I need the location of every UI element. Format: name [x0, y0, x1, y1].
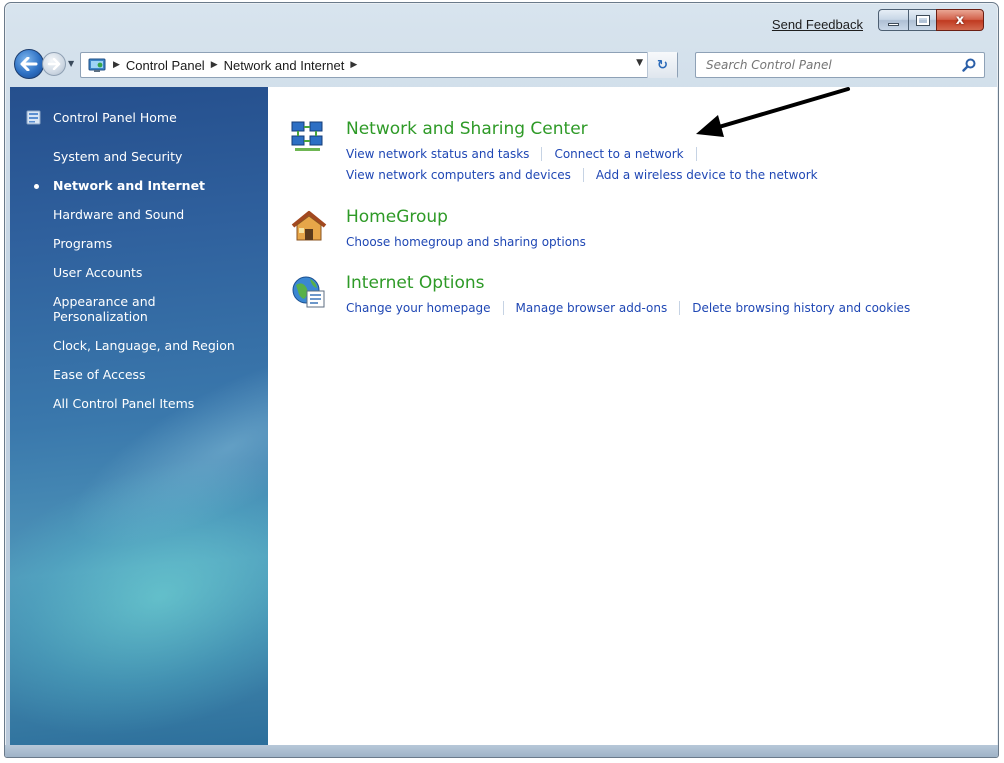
sidebar-item-label: Programs — [53, 236, 113, 251]
sidebar-item[interactable]: User Accounts — [53, 265, 263, 280]
title-bar: Send Feedback x — [5, 3, 998, 43]
category-title[interactable]: Internet Options — [346, 273, 485, 293]
sidebar-item-label: All Control Panel Items — [53, 396, 195, 411]
breadcrumb-separator-icon[interactable]: ▶ — [211, 60, 218, 70]
link-separator — [582, 168, 584, 182]
control-panel-home-icon — [26, 110, 41, 125]
caption-buttons: x — [878, 9, 984, 31]
sidebar-item[interactable]: Programs — [53, 236, 263, 251]
category-links-row: Change your homepage Manage browser add-… — [346, 301, 910, 315]
sidebar-item[interactable]: Clock, Language, and Region — [53, 338, 263, 353]
sidebar-item[interactable]: All Control Panel Items — [53, 396, 263, 411]
navigation-pane: Control Panel Home System and Security Ne… — [10, 87, 268, 747]
refresh-icon: ↻ — [657, 57, 668, 73]
breadcrumb-separator-icon[interactable]: ▶ — [113, 60, 120, 70]
current-category-bullet-icon — [34, 184, 39, 189]
sidebar-item-label: Network and Internet — [53, 178, 206, 193]
navigation-bar: ▼ ▶ Control Panel ▶ Network and Internet… — [5, 45, 998, 85]
link-manage-browser-add-ons[interactable]: Manage browser add-ons — [516, 301, 668, 315]
annotation-arrow-icon — [696, 87, 850, 137]
refresh-button[interactable]: ↻ — [647, 52, 677, 78]
address-bar[interactable]: ▶ Control Panel ▶ Network and Internet ▶… — [80, 52, 678, 78]
send-feedback-link[interactable]: Send Feedback — [772, 17, 863, 32]
close-icon: x — [955, 12, 965, 28]
sidebar-item-label: User Accounts — [53, 265, 143, 280]
maximize-icon — [915, 14, 930, 26]
link-separator — [695, 147, 697, 161]
link-add-wireless-device[interactable]: Add a wireless device to the network — [596, 168, 818, 182]
back-button[interactable] — [14, 49, 44, 79]
breadcrumb-control-panel[interactable]: Control Panel — [126, 58, 205, 73]
category-links-row: View network status and tasks Connect to… — [346, 147, 709, 161]
category-title[interactable]: HomeGroup — [346, 207, 448, 227]
sidebar-item-label: Appearance and Personalization — [53, 294, 156, 324]
sidebar-item-label: Clock, Language, and Region — [53, 338, 235, 353]
sidebar-item-label: Ease of Access — [53, 367, 146, 382]
minimize-icon — [888, 22, 899, 26]
control-panel-home-label: Control Panel Home — [53, 110, 177, 125]
forward-arrow-icon — [47, 58, 61, 70]
search-input[interactable] — [706, 54, 956, 76]
maximize-button[interactable] — [908, 9, 936, 31]
sidebar-item-label: System and Security — [53, 149, 183, 164]
breadcrumb-separator-icon[interactable]: ▶ — [350, 60, 357, 70]
minimize-button[interactable] — [878, 9, 908, 31]
search-icon[interactable] — [962, 58, 976, 72]
homegroup-icon[interactable] — [290, 207, 328, 245]
link-connect-to-network[interactable]: Connect to a network — [554, 147, 683, 161]
address-dropdown-icon[interactable]: ▼ — [636, 58, 643, 68]
category-list: System and Security Network and Internet H… — [34, 149, 263, 425]
category-links-row: Choose homegroup and sharing options — [346, 235, 586, 249]
sidebar-item[interactable]: Hardware and Sound — [53, 207, 263, 222]
sidebar-item[interactable]: Ease of Access — [53, 367, 263, 382]
search-box[interactable] — [695, 52, 985, 78]
internet-options-icon[interactable] — [290, 273, 328, 311]
link-view-network-status[interactable]: View network status and tasks — [346, 147, 529, 161]
close-button[interactable]: x — [936, 9, 984, 31]
link-choose-homegroup-options[interactable]: Choose homegroup and sharing options — [346, 235, 586, 249]
sidebar-item-label: Hardware and Sound — [53, 207, 185, 222]
category-title[interactable]: Network and Sharing Center — [346, 119, 588, 139]
sidebar-item[interactable]: System and Security — [53, 149, 263, 164]
link-change-homepage[interactable]: Change your homepage — [346, 301, 491, 315]
window-bottom-border — [5, 745, 998, 757]
back-arrow-icon — [20, 57, 38, 71]
link-separator — [541, 147, 543, 161]
network-icon[interactable] — [290, 119, 328, 157]
category-links-row: View network computers and devices Add a… — [346, 168, 818, 182]
sidebar-item: Network and Internet — [34, 178, 263, 193]
main-content: Network and Sharing Center View network … — [268, 87, 997, 747]
control-panel-home-link[interactable]: Control Panel Home — [26, 109, 177, 126]
link-delete-browsing-history[interactable]: Delete browsing history and cookies — [692, 301, 910, 315]
control-panel-icon — [88, 58, 106, 72]
link-separator — [502, 301, 504, 315]
link-view-network-computers[interactable]: View network computers and devices — [346, 168, 571, 182]
sidebar-item[interactable]: Appearance and Personalization — [53, 294, 263, 324]
recent-pages-dropdown[interactable]: ▼ — [68, 59, 74, 68]
link-separator — [679, 301, 681, 315]
forward-button[interactable] — [42, 52, 66, 76]
breadcrumb-network-and-internet[interactable]: Network and Internet — [224, 58, 345, 73]
